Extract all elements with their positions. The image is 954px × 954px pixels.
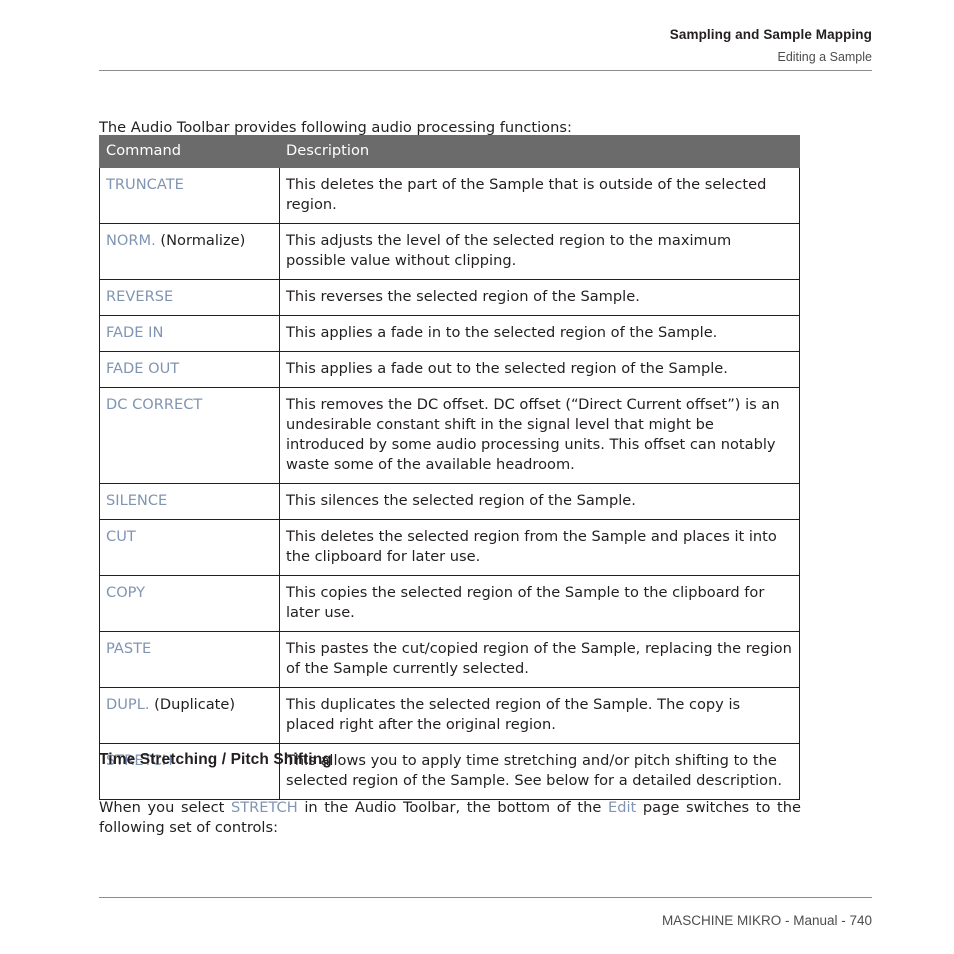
table-header-row: Command Description: [99, 135, 800, 168]
command-name: DC CORRECT: [106, 396, 203, 413]
running-head-subtitle: Editing a Sample: [777, 50, 872, 64]
command-name: COPY: [106, 584, 146, 601]
cell-description: This pastes the cut/copied region of the…: [279, 631, 800, 688]
cell-description: This silences the selected region of the…: [279, 483, 800, 520]
table-row: FADE OUT This applies a fade out to the s…: [99, 351, 800, 388]
command-name: CUT: [106, 528, 136, 545]
table-row: FADE IN This applies a fade in to the sel…: [99, 315, 800, 352]
cell-command: DC CORRECT: [99, 387, 280, 484]
table-row: SILENCE This silences the selected region…: [99, 483, 800, 520]
running-head-title: Sampling and Sample Mapping: [669, 27, 872, 42]
table-row: DUPL. (Duplicate) This duplicates the sel…: [99, 687, 800, 744]
running-head: Sampling and Sample Mapping Editing a Sa…: [99, 27, 872, 65]
table-row: NORM. (Normalize) This adjusts the level …: [99, 223, 800, 280]
cell-command: CUT: [99, 519, 280, 576]
cell-description: This deletes the selected region from th…: [279, 519, 800, 576]
section-paragraph: When you select STRETCH in the Audio Too…: [99, 798, 801, 838]
cell-command: FADE IN: [99, 315, 280, 352]
cell-description: This deletes the part of the Sample that…: [279, 167, 800, 224]
command-name: FADE IN: [106, 324, 164, 341]
command-suffix: (Duplicate): [149, 696, 236, 713]
command-name: SILENCE: [106, 492, 168, 509]
command-name: FADE OUT: [106, 360, 180, 377]
cell-command: SILENCE: [99, 483, 280, 520]
cell-command: TRUNCATE: [99, 167, 280, 224]
command-name: PASTE: [106, 640, 152, 657]
paragraph-text-part1: When you select: [99, 798, 231, 816]
table-row: CUT This deletes the selected region from…: [99, 519, 800, 576]
header-divider: [99, 70, 872, 71]
cell-command: PASTE: [99, 631, 280, 688]
paragraph-text-part2: in the Audio Toolbar, the bottom of the: [297, 798, 609, 816]
audio-toolbar-commands-table: Command Description TRUNCATE This deletes…: [99, 135, 800, 800]
cell-command: DUPL. (Duplicate): [99, 687, 280, 744]
edit-reference: Edit: [608, 798, 637, 816]
table-row: COPY This copies the selected region of t…: [99, 575, 800, 632]
table-body: TRUNCATE This deletes the part of the Sam…: [99, 167, 800, 800]
command-name: DUPL.: [106, 696, 150, 713]
document-page: Sampling and Sample Mapping Editing a Sa…: [0, 0, 954, 954]
command-suffix: (Normalize): [155, 232, 246, 249]
cell-description: This copies the selected region of the S…: [279, 575, 800, 632]
table-row: TRUNCATE This deletes the part of the Sam…: [99, 167, 800, 224]
cell-description: This reverses the selected region of the…: [279, 279, 800, 316]
cell-description: This duplicates the selected region of t…: [279, 687, 800, 744]
column-header-command: Command: [99, 135, 280, 168]
section-heading: Time Stretching / Pitch Shifting: [99, 751, 332, 768]
table-row: PASTE This pastes the cut/copied region o…: [99, 631, 800, 688]
footer-divider: [99, 897, 872, 898]
column-header-description: Description: [279, 135, 800, 168]
cell-command: FADE OUT: [99, 351, 280, 388]
cell-description: This removes the DC offset. DC offset (“…: [279, 387, 800, 484]
page-footer: MASCHINE MIKRO - Manual - 740: [661, 913, 872, 928]
cell-description: This applies a fade out to the selected …: [279, 351, 800, 388]
table-row: DC CORRECT This removes the DC offset. DC…: [99, 387, 800, 484]
table-row: REVERSE This reverses the selected region…: [99, 279, 800, 316]
cell-command: NORM. (Normalize): [99, 223, 280, 280]
stretch-reference: STRETCH: [230, 798, 298, 816]
cell-command: COPY: [99, 575, 280, 632]
cell-command: REVERSE: [99, 279, 280, 316]
cell-description: This adjusts the level of the selected r…: [279, 223, 800, 280]
command-name: TRUNCATE: [106, 176, 184, 193]
command-name: NORM.: [106, 232, 156, 249]
cell-description: This applies a fade in to the selected r…: [279, 315, 800, 352]
command-name: REVERSE: [106, 288, 174, 305]
